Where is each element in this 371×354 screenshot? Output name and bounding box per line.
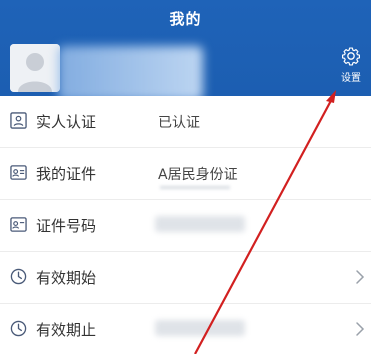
list-item-id-number[interactable]: 证件号码 (0, 200, 371, 252)
row-label: 实人认证 (36, 113, 97, 131)
list-item-my-id[interactable]: 我的证件 A居民身份证 (0, 148, 371, 200)
chevron-right-icon (356, 270, 365, 284)
row-value: 已认证 (158, 115, 200, 131)
default-avatar-icon (10, 44, 60, 92)
row-label: 有效期止 (36, 321, 97, 339)
id-card-icon (10, 165, 27, 180)
user-name-redacted (58, 46, 203, 101)
list-item-valid-from[interactable]: 有效期始 (0, 252, 371, 304)
value-underline-redacted (160, 186, 230, 189)
row-label: 证件号码 (36, 217, 97, 235)
header: 我的 设置 (0, 0, 371, 101)
clock-icon (10, 320, 27, 337)
profile-screen: 我的 设置 实人认证 已认证 我的证件 A居民身份证 证件号码 有效期始 有效期… (0, 0, 371, 354)
id-card-icon (10, 217, 27, 232)
settings-button[interactable]: 设置 (334, 44, 368, 90)
list-item-real-name-auth[interactable]: 实人认证 已认证 (0, 96, 371, 148)
row-value: A居民身份证 (158, 167, 238, 183)
valid-until-redacted (155, 320, 245, 336)
page-title: 我的 (169, 10, 202, 28)
settings-label: 设置 (341, 73, 361, 84)
profile-info-list: 实人认证 已认证 我的证件 A居民身份证 证件号码 有效期始 有效期止 (0, 96, 371, 354)
list-item-valid-until[interactable]: 有效期止 (0, 304, 371, 354)
id-card-icon (10, 112, 27, 129)
row-label: 我的证件 (36, 165, 97, 183)
row-label: 有效期始 (36, 269, 97, 287)
chevron-right-icon (356, 322, 365, 336)
avatar[interactable] (10, 44, 60, 92)
gear-icon (342, 47, 360, 66)
id-number-redacted (155, 216, 245, 232)
clock-icon (10, 268, 27, 285)
